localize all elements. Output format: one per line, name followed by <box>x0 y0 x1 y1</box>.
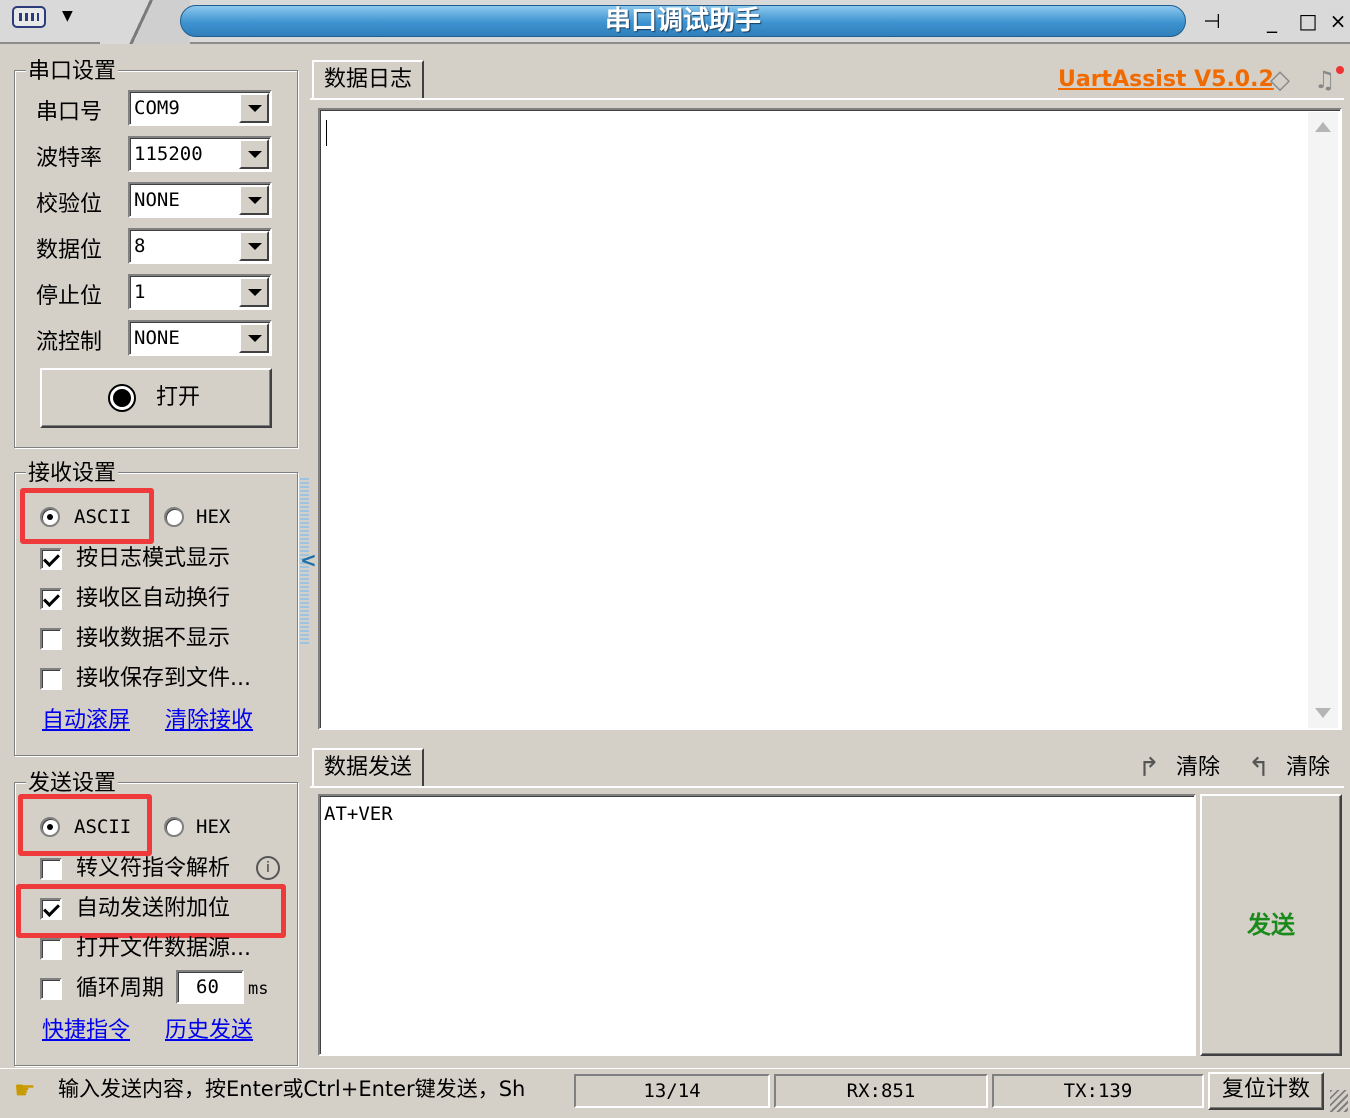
parity-label: 校验位 <box>36 192 103 217</box>
auto-scroll-link[interactable]: 自动滚屏 <box>42 708 130 734</box>
port-select[interactable]: COM9 <box>128 90 272 126</box>
shortcut-commands-link[interactable]: 快捷指令 <box>42 1018 130 1044</box>
clear-up-arrow-icon[interactable]: ↱ <box>1138 752 1160 784</box>
auto-wrap-label: 接收区自动换行 <box>76 586 231 611</box>
chevron-down-icon[interactable] <box>239 277 269 307</box>
pin-window-icon[interactable]: ⊣ <box>1196 6 1228 36</box>
send-button[interactable]: 发送 <box>1200 794 1342 1056</box>
chevron-down-icon[interactable] <box>239 139 269 169</box>
scroll-up-icon[interactable] <box>1315 122 1331 132</box>
tab-data-send[interactable]: 数据发送 <box>312 748 425 788</box>
log-scrollbar[interactable] <box>1308 112 1338 728</box>
flowcontrol-select[interactable]: NONE <box>128 320 272 356</box>
send-ascii-radio[interactable] <box>40 817 60 837</box>
file-source-label: 打开文件数据源... <box>76 936 251 961</box>
flowcontrol-label: 流控制 <box>36 330 103 355</box>
send-hex-radio[interactable] <box>164 817 184 837</box>
receive-ascii-radio[interactable] <box>40 507 60 527</box>
log-mode-checkbox[interactable] <box>40 548 62 570</box>
parity-select[interactable]: NONE <box>128 182 272 218</box>
send-content: AT+VER <box>324 803 393 825</box>
notification-dot <box>1336 66 1344 74</box>
hide-data-checkbox[interactable] <box>40 628 62 650</box>
tab-data-log[interactable]: 数据日志 <box>312 60 425 100</box>
port-label: 串口号 <box>36 100 103 125</box>
send-button-label: 发送 <box>1247 911 1295 939</box>
info-icon[interactable]: i <box>256 856 280 880</box>
clear-send-link-2[interactable]: 清除 <box>1286 754 1330 782</box>
send-settings-title: 发送设置 <box>26 771 119 796</box>
hide-data-label: 接收数据不显示 <box>76 626 231 651</box>
log-mode-label: 按日志模式显示 <box>76 546 231 571</box>
text-cursor <box>326 120 327 146</box>
stopbits-label: 停止位 <box>36 284 103 309</box>
window-title: 串口调试助手 <box>180 5 1186 37</box>
send-ascii-label: ASCII <box>74 816 132 838</box>
receive-hex-label: HEX <box>196 506 231 528</box>
clear-send-link[interactable]: 清除 <box>1176 754 1220 782</box>
cycle-label: 循环周期 <box>76 976 165 1001</box>
maximize-button[interactable]: □ <box>1292 6 1324 36</box>
chevron-down-icon[interactable] <box>239 185 269 215</box>
save-to-file-checkbox[interactable] <box>40 668 62 690</box>
reset-counter-button[interactable]: 复位计数 <box>1208 1072 1324 1110</box>
brand-link[interactable]: UartAssist V5.0.2 <box>1058 66 1274 94</box>
close-button[interactable]: × <box>1326 6 1350 36</box>
open-port-label: 打开 <box>156 385 201 410</box>
clear-return-icon[interactable]: ↰ <box>1248 752 1270 784</box>
title-bar: ▼ 串口调试助手 ⊣ _ □ × <box>0 0 1350 44</box>
send-input[interactable]: AT+VER <box>318 794 1196 1056</box>
diamond-icon[interactable]: ◇ <box>1270 64 1290 96</box>
clear-receive-link[interactable]: 清除接收 <box>165 708 253 734</box>
bell-icon[interactable]: ♫ <box>1314 64 1336 96</box>
auto-append-label: 自动发送附加位 <box>76 896 231 921</box>
port-status-icon <box>108 384 136 412</box>
open-port-button[interactable]: 打开 <box>40 368 272 428</box>
auto-append-checkbox[interactable] <box>40 898 62 920</box>
auto-wrap-checkbox[interactable] <box>40 588 62 610</box>
chevron-down-icon[interactable] <box>239 323 269 353</box>
system-menu-caret-icon[interactable]: ▼ <box>62 8 73 24</box>
history-send-link[interactable]: 历史发送 <box>165 1018 253 1044</box>
flowcontrol-value: NONE <box>134 327 180 349</box>
status-page: 13/14 <box>574 1074 770 1108</box>
send-hex-label: HEX <box>196 816 231 838</box>
databits-select[interactable]: 8 <box>128 228 272 264</box>
pointing-hand-icon: ☛ <box>14 1076 36 1104</box>
cycle-unit: ms <box>248 979 269 999</box>
status-hint: 输入发送内容，按Enter或Ctrl+Enter键发送，Sh <box>58 1077 526 1101</box>
stopbits-select[interactable]: 1 <box>128 274 272 310</box>
resize-grip[interactable] <box>1330 1090 1348 1112</box>
file-source-checkbox[interactable] <box>40 938 62 960</box>
databits-label: 数据位 <box>36 238 103 263</box>
cycle-period-value: 60 <box>196 976 219 998</box>
save-to-file-label: 接收保存到文件... <box>76 666 251 691</box>
baud-select[interactable]: 115200 <box>128 136 272 172</box>
receive-log-area[interactable] <box>318 108 1342 730</box>
parity-value: NONE <box>134 189 180 211</box>
baud-label: 波特率 <box>36 146 103 171</box>
databits-value: 8 <box>134 235 146 257</box>
receive-ascii-label: ASCII <box>74 506 132 528</box>
chevron-down-icon[interactable] <box>239 231 269 261</box>
port-value: COM9 <box>134 97 180 119</box>
stopbits-value: 1 <box>134 281 146 303</box>
receive-settings-title: 接收设置 <box>26 461 119 486</box>
escape-parse-checkbox[interactable] <box>40 858 62 880</box>
baud-value: 115200 <box>134 143 203 165</box>
scroll-down-icon[interactable] <box>1315 708 1331 718</box>
receive-hex-radio[interactable] <box>164 507 184 527</box>
title-bar-decoration <box>100 0 190 44</box>
chevron-down-icon[interactable] <box>239 93 269 123</box>
status-tx-count: TX:139 <box>992 1074 1204 1108</box>
minimize-button[interactable]: _ <box>1256 6 1288 36</box>
serial-settings-title: 串口设置 <box>26 59 119 84</box>
cycle-checkbox[interactable] <box>40 978 62 1000</box>
escape-parse-label: 转义符指令解析 <box>76 856 231 881</box>
status-rx-count: RX:851 <box>774 1074 988 1108</box>
app-icon[interactable] <box>12 6 46 28</box>
cycle-period-input[interactable]: 60 <box>176 970 244 1004</box>
